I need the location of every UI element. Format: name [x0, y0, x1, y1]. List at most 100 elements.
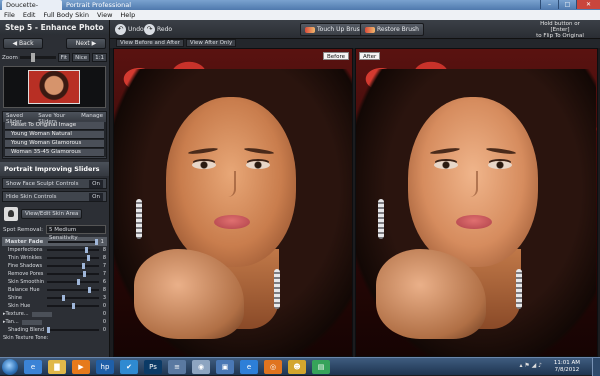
preset-item[interactable]: Young Woman Glamorous [5, 140, 104, 148]
skin-controls-row[interactable]: Hide Skin Controls On [2, 191, 107, 202]
texture-row[interactable]: ▸ Texture... 0 [0, 310, 109, 318]
slider-knob[interactable] [72, 303, 75, 309]
touch-up-brush-button[interactable]: Touch Up Brush [300, 23, 369, 36]
after-photo[interactable]: After [355, 48, 598, 357]
menu-view[interactable]: View [97, 11, 112, 19]
green-app-icon[interactable]: ▤ [312, 360, 330, 374]
folder-icon[interactable]: ▇ [48, 360, 66, 374]
start-button[interactable] [2, 359, 18, 375]
thumbnail-image [28, 70, 80, 104]
back-button[interactable]: ◀ Back [3, 38, 43, 49]
tan-box[interactable] [21, 319, 42, 325]
preset-item[interactable]: Woman 35-45 Glamorous [5, 149, 104, 157]
next-button[interactable]: Next ▶ [66, 38, 106, 49]
tab-after-only[interactable]: View After Only [185, 39, 237, 47]
taskbar: e ▇ ▶ hp ✔ Ps ≡ ◉ ▣ e ◎ ☻ ▤ ▴ ⚑ ◢ ♪ 11:01 AM 7/8/201… [0, 357, 600, 376]
zoom-fit-button[interactable]: Fit [57, 53, 71, 62]
left-earring [136, 199, 142, 239]
hp-icon[interactable]: hp [96, 360, 114, 374]
face-sculpt-toggle[interactable]: On [89, 179, 103, 188]
slider-value: 7 [102, 271, 106, 277]
preset-item[interactable]: Young Woman Natural [5, 131, 104, 139]
list-icon[interactable]: ≡ [168, 360, 186, 374]
clock[interactable]: 11:01 AM 7/8/2012 [554, 360, 580, 374]
restore-brush-button[interactable]: Restore Brush [360, 23, 424, 36]
master-fade-slider[interactable] [48, 238, 98, 245]
slider-knob[interactable] [61, 295, 65, 301]
slider-track[interactable] [47, 255, 99, 261]
slider-label: Shine [8, 295, 22, 301]
slider-knob[interactable] [77, 279, 81, 285]
left-brow [187, 146, 219, 156]
spot-removal-row: Spot Removal: 5 Medium Sensitivity [0, 224, 109, 241]
slider-value: 8 [102, 287, 106, 293]
face-sculpt-label: Show Face Sculpt Controls [6, 180, 79, 187]
camera-icon[interactable]: ◉ [192, 360, 210, 374]
spot-removal-select[interactable]: 5 Medium Sensitivity [45, 225, 106, 241]
slider-track[interactable] [47, 303, 99, 309]
zoom-row: Zoom Fit Nice 1:1 [0, 52, 109, 63]
before-photo[interactable]: Before [113, 48, 353, 357]
navigator-thumbnail[interactable] [3, 66, 106, 108]
manage-button[interactable]: Manage [81, 113, 103, 120]
slider-knob[interactable] [82, 263, 86, 269]
slider-knob[interactable] [86, 255, 90, 261]
slider-value: 0 [102, 303, 106, 309]
undo-icon: ↶ [115, 24, 126, 35]
tan-row[interactable]: ▸ Tan... 0 [0, 318, 109, 326]
window-icon[interactable]: ▣ [216, 360, 234, 374]
slider-knob[interactable] [83, 271, 87, 277]
tab-before-and-after[interactable]: View Before and After [116, 39, 184, 47]
ie-icon[interactable]: e [24, 360, 42, 374]
slider-knob[interactable] [47, 327, 50, 333]
zoom-slider-knob[interactable] [30, 53, 35, 62]
menu-edit[interactable]: Edit [23, 11, 36, 19]
firefox-icon[interactable]: ◎ [264, 360, 282, 374]
system-tray[interactable]: ▴ ⚑ ◢ ♪ [519, 362, 542, 369]
close-button[interactable]: ✕ [576, 0, 600, 9]
undo-button[interactable]: ↶ Undo [115, 23, 144, 36]
slider-track[interactable] [47, 271, 99, 277]
skin-sliders: Imperfections 8 Thin Wrinkles 8 Fine Shadows… [0, 246, 109, 310]
document-tab[interactable]: Doucette-44.jpg* [2, 0, 62, 17]
slider-track[interactable] [47, 263, 99, 269]
show-desktop-button[interactable] [592, 358, 600, 376]
slider-track[interactable] [47, 279, 99, 285]
preset-item[interactable]: Reset To Original Image [5, 122, 104, 130]
step-navigation: ◀ Back Next ▶ [0, 35, 109, 52]
media-icon[interactable]: ▶ [72, 360, 90, 374]
menu-full-body-skin[interactable]: Full Body Skin [43, 11, 88, 19]
saved-sliders-section: Saved Slider Save Your Sliders Manage Re… [2, 111, 107, 159]
ie2-icon[interactable]: e [240, 360, 258, 374]
texture-box[interactable] [31, 311, 52, 317]
texture-tone-label: Skin Texture Tone: [3, 335, 49, 341]
menu-file[interactable]: File [4, 11, 15, 19]
slider-knob[interactable] [94, 238, 98, 245]
slider-label: Thin Wrinkles [8, 255, 42, 261]
shading-blend-slider[interactable] [47, 327, 99, 333]
checkmark-icon[interactable]: ✔ [120, 360, 138, 374]
face-sculpt-row[interactable]: Show Face Sculpt Controls On [2, 178, 107, 189]
zoom-1to1-button[interactable]: 1:1 [92, 53, 107, 62]
slider-track[interactable] [47, 295, 99, 301]
slider-knob[interactable] [85, 247, 88, 253]
redo-button[interactable]: ↷ Redo [144, 23, 172, 36]
face [408, 97, 538, 267]
view-edit-skin-button[interactable]: View/Edit Skin Area [21, 209, 83, 219]
portrait-icon[interactable]: ☻ [288, 360, 306, 374]
skin-slider-row: Remove Pores 7 [0, 270, 109, 278]
zoom-nice-button[interactable]: Nice [72, 53, 91, 62]
maximize-button[interactable]: □ [558, 0, 576, 9]
photoshop-icon[interactable]: Ps [144, 360, 162, 374]
skin-controls-toggle[interactable]: On [89, 192, 103, 201]
undo-label: Undo [128, 26, 144, 33]
minimize-button[interactable]: – [540, 0, 558, 9]
slider-label: Fine Shadows [8, 263, 43, 269]
slider-track[interactable] [47, 287, 99, 293]
slider-track[interactable] [47, 247, 99, 253]
menu-help[interactable]: Help [120, 11, 135, 19]
save-sliders-button[interactable]: Save Your Sliders [38, 113, 77, 125]
zoom-slider[interactable] [19, 53, 56, 62]
right-earring [516, 269, 522, 309]
slider-knob[interactable] [87, 287, 91, 293]
